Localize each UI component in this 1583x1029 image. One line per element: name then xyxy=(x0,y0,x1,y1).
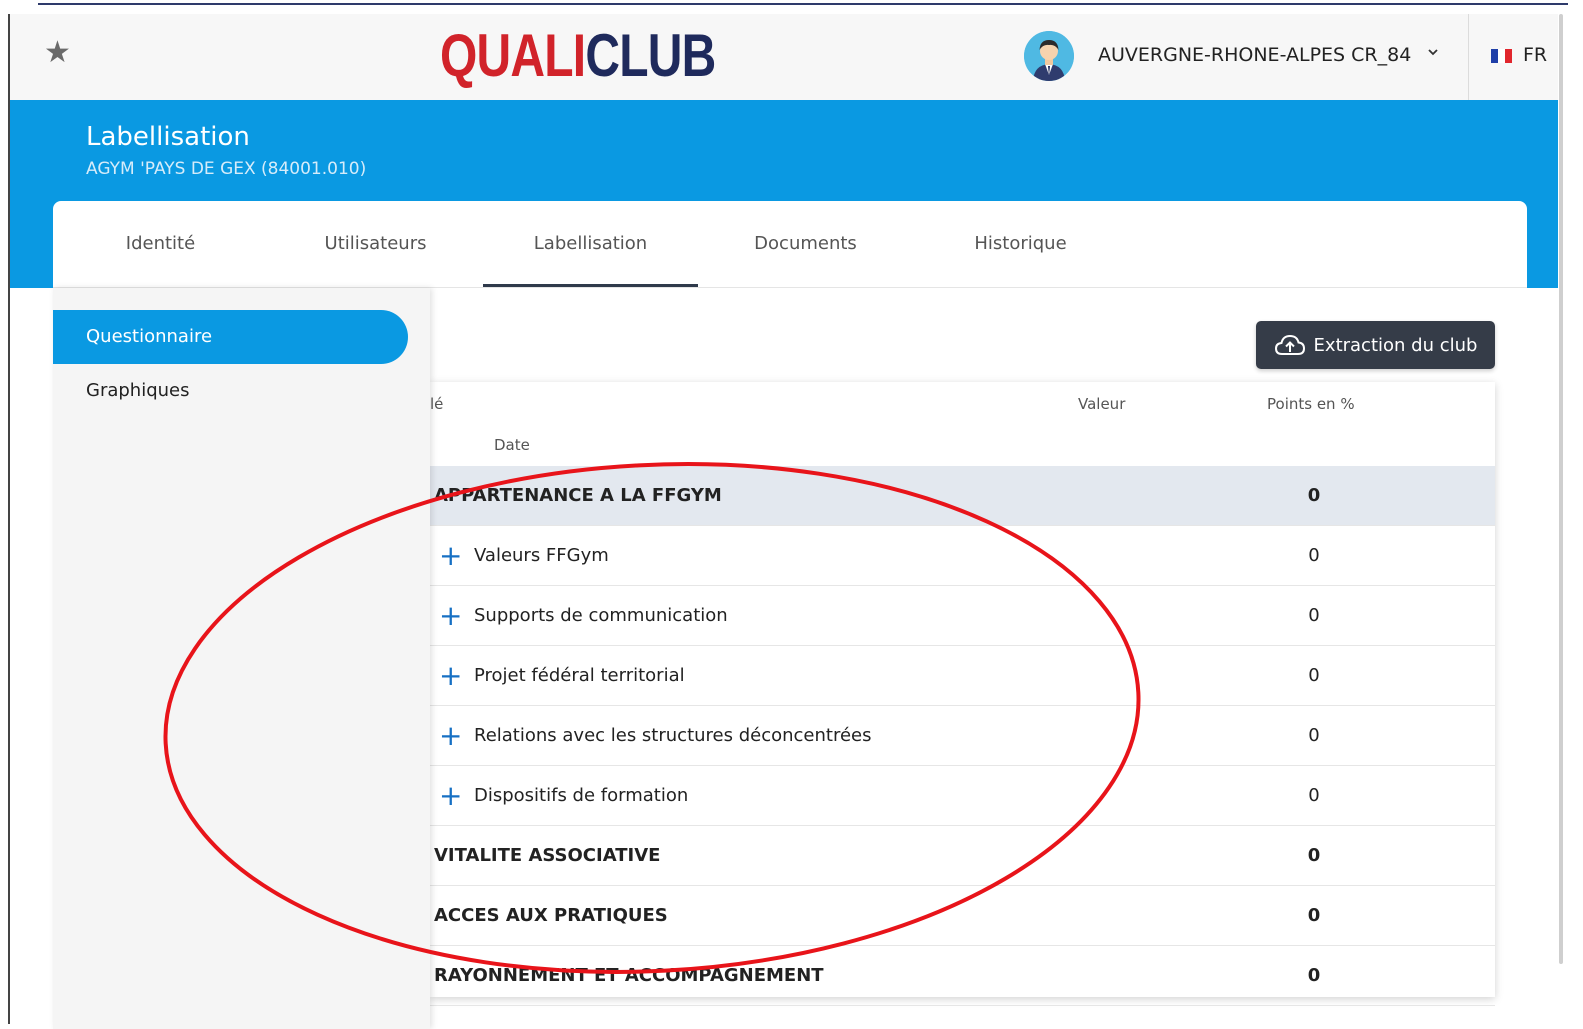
table-row[interactable]: + Valeurs FFGym 0 xyxy=(430,526,1495,586)
club-subtitle: AGYM 'PAYS DE GEX (84001.010) xyxy=(86,159,367,179)
row-label: Projet fédéral territorial xyxy=(474,665,685,686)
top-border-line xyxy=(38,3,1568,5)
sidebar-item-graphiques[interactable]: Graphiques xyxy=(53,364,408,418)
column-header-label[interactable]: lé xyxy=(430,395,443,413)
sidebar: Questionnaire Graphiques xyxy=(53,288,430,1029)
row-points: 0 xyxy=(1307,905,1321,926)
extract-club-button[interactable]: Extraction du club xyxy=(1256,321,1495,369)
column-header-date[interactable]: Date xyxy=(494,436,530,454)
avatar-icon[interactable] xyxy=(1024,31,1074,81)
tab-utilisateurs[interactable]: Utilisateurs xyxy=(268,201,483,287)
row-points: 0 xyxy=(1308,545,1320,566)
table-row[interactable]: ACCES AUX PRATIQUES 0 xyxy=(430,886,1495,946)
scrollbar[interactable] xyxy=(1559,14,1563,964)
row-points: 0 xyxy=(1307,485,1321,506)
tab-bar: Identité Utilisateurs Labellisation Docu… xyxy=(53,201,1527,288)
row-label: APPARTENANCE A LA FFGYM xyxy=(434,485,722,506)
page-title: Labellisation xyxy=(86,122,250,152)
row-label: Dispositifs de formation xyxy=(474,785,689,806)
plus-icon[interactable]: + xyxy=(439,586,462,646)
app-header: ★ QUALICLUB AUVERGNE-RHONE-ALPES CR_84 F… xyxy=(10,14,1558,101)
plus-icon[interactable]: + xyxy=(439,526,462,586)
row-label: Supports de communication xyxy=(474,605,728,626)
row-points: 0 xyxy=(1307,845,1321,866)
column-header-points[interactable]: Points en % xyxy=(1267,395,1355,413)
tab-documents[interactable]: Documents xyxy=(698,201,913,287)
tab-identite[interactable]: Identité xyxy=(53,201,268,287)
france-flag-icon[interactable] xyxy=(1491,49,1512,63)
table-row[interactable]: + Dispositifs de formation 0 xyxy=(430,766,1495,826)
row-points: 0 xyxy=(1308,725,1320,746)
header-divider xyxy=(1468,14,1469,100)
table-row[interactable]: + Projet fédéral territorial 0 xyxy=(430,646,1495,706)
qualiclub-logo[interactable]: QUALICLUB xyxy=(440,24,716,88)
table-row[interactable]: + Relations avec les structures déconcen… xyxy=(430,706,1495,766)
row-label: RAYONNEMENT ET ACCOMPAGNEMENT xyxy=(434,965,824,986)
row-points: 0 xyxy=(1308,785,1320,806)
row-label: ACCES AUX PRATIQUES xyxy=(434,905,668,926)
row-points: 0 xyxy=(1308,665,1320,686)
language-selector[interactable]: FR xyxy=(1523,44,1547,66)
extract-club-label: Extraction du club xyxy=(1313,334,1478,356)
table-row[interactable]: APPARTENANCE A LA FFGYM 0 xyxy=(430,466,1495,526)
plus-icon[interactable]: + xyxy=(439,766,462,826)
row-label: VITALITE ASSOCIATIVE xyxy=(434,845,661,866)
row-label: Valeurs FFGym xyxy=(474,545,609,566)
plus-icon[interactable]: + xyxy=(439,706,462,766)
cloud-upload-icon xyxy=(1274,334,1305,355)
row-points: 0 xyxy=(1307,965,1321,986)
sidebar-item-questionnaire[interactable]: Questionnaire xyxy=(53,310,408,364)
tab-labellisation[interactable]: Labellisation xyxy=(483,201,698,287)
row-points: 0 xyxy=(1308,605,1320,626)
table-row[interactable]: VITALITE ASSOCIATIVE 0 xyxy=(430,826,1495,886)
table-row[interactable]: RAYONNEMENT ET ACCOMPAGNEMENT 0 xyxy=(430,946,1495,1006)
table-row[interactable]: + Supports de communication 0 xyxy=(430,586,1495,646)
questionnaire-table: lé Date Valeur Points en % APPARTENANCE … xyxy=(430,382,1495,1006)
plus-icon[interactable]: + xyxy=(439,646,462,706)
chevron-down-icon[interactable] xyxy=(1426,44,1440,63)
tab-historique[interactable]: Historique xyxy=(913,201,1128,287)
column-header-valeur[interactable]: Valeur xyxy=(1078,395,1125,413)
row-label: Relations avec les structures déconcentr… xyxy=(474,725,872,746)
user-name[interactable]: AUVERGNE-RHONE-ALPES CR_84 xyxy=(1098,44,1411,66)
star-icon[interactable]: ★ xyxy=(44,38,71,68)
